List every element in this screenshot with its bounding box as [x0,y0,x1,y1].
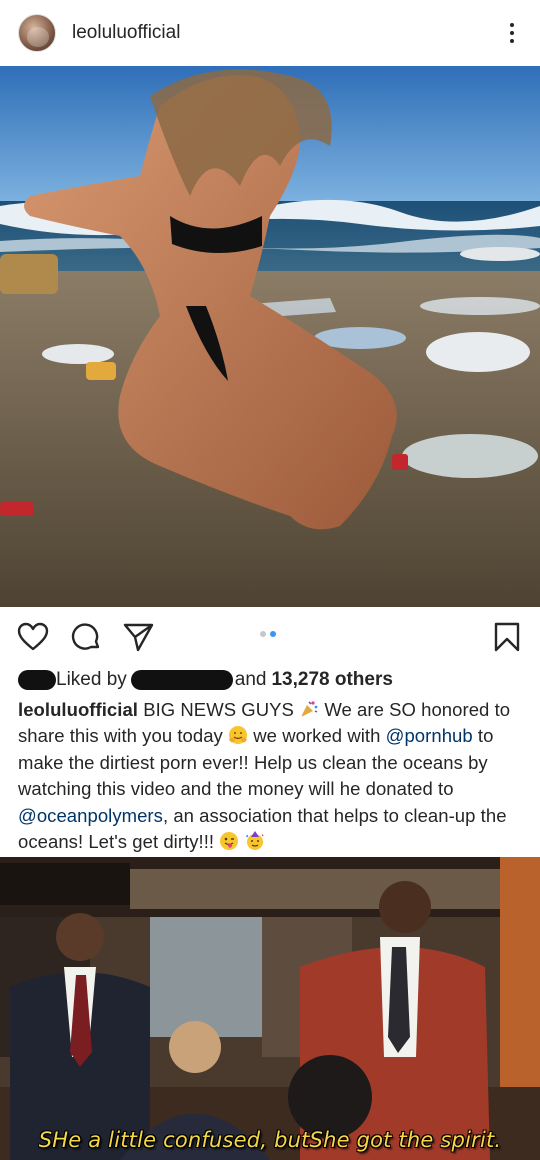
likes-and-label: and [234,669,267,690]
meme-caption: SHe a little confused, butShe got the sp… [38,1128,502,1152]
paper-plane-icon[interactable] [122,621,154,653]
redacted-avatar-scribble [18,670,56,690]
party-popper-icon [301,701,318,717]
heart-icon[interactable] [17,621,49,653]
caption-text-3: we worked with [253,725,381,747]
more-options-icon[interactable] [500,18,524,48]
meme-scene-illustration [0,857,540,1160]
bookmark-icon[interactable] [491,621,523,653]
caption-text-1: BIG NEWS GUYS [143,699,294,720]
avatar[interactable] [18,14,56,52]
mention-link[interactable]: @pornhub [386,725,473,746]
carousel-dot-active [270,631,276,637]
likes-summary[interactable]: Liked by and 13,278 others [18,666,393,694]
post-caption: leoluluofficial BIG NEWS GUYS We are SO … [18,697,524,855]
post-header: leoluluofficial [0,0,540,66]
redacted-username-scribble [130,670,233,690]
likes-others[interactable]: 13,278 others [271,669,392,691]
carousel-indicator [260,631,276,637]
caption-username[interactable]: leoluluofficial [18,699,138,720]
post-photo-illustration [0,66,540,607]
winking-tongue-face-icon [220,832,239,851]
party-face-icon [245,831,264,851]
post-photo[interactable] [0,66,540,607]
comment-icon[interactable] [70,621,102,653]
liked-by-label: Liked by [56,669,127,690]
carousel-dot [260,631,266,637]
meme-image: SHe a little confused, butShe got the sp… [0,857,540,1160]
mention-link[interactable]: @oceanpolymers [18,805,163,826]
post-username[interactable]: leoluluofficial [72,22,180,44]
hugging-face-icon [229,726,248,745]
